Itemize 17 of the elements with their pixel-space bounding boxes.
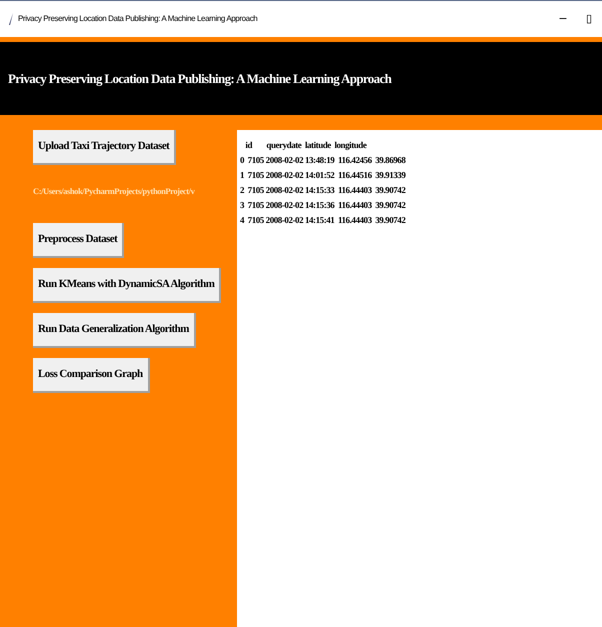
output-line: 3 7105 2008-02-02 14:15:36 116.44403 39.90742 (240, 199, 406, 212)
file-path-label: C:/Users/ashok/PycharmProjects/pythonProject/v (33, 185, 194, 198)
action-button[interactable]: Loss Comparison Graph (33, 358, 150, 393)
output-line: 0 7105 2008-02-02 13:48:19 116.42456 39.86968 (240, 154, 406, 167)
window-title: Privacy Preserving Location Data Publishing: A Machine Learning Approach (18, 13, 258, 25)
action-button[interactable]: Upload Taxi Trajectory Dataset (33, 130, 176, 165)
app-title: Privacy Preserving Location Data Publishing: A Machine Learning Approach (8, 70, 392, 88)
output-line: id querydate latitude longitude (244, 139, 366, 152)
action-button[interactable]: Run Data Generalization Algorithm (33, 312, 196, 348)
action-button[interactable]: Preprocess Dataset (33, 222, 124, 258)
output-line: 1 7105 2008-02-02 14:01:52 116.44516 39.91339 (240, 169, 406, 182)
output-line: 2 7105 2008-02-02 14:15:33 116.44403 39.90742 (240, 184, 406, 197)
action-button[interactable]: Run KMeans with DynamicSA Algorithm (33, 268, 222, 303)
feather-icon (8, 13, 14, 25)
minimize-button[interactable]: − (550, 10, 576, 28)
output-line: 4 7105 2008-02-02 14:15:41 116.44403 39.90742 (240, 214, 406, 227)
maximize-button[interactable]: ▯ (576, 10, 602, 28)
